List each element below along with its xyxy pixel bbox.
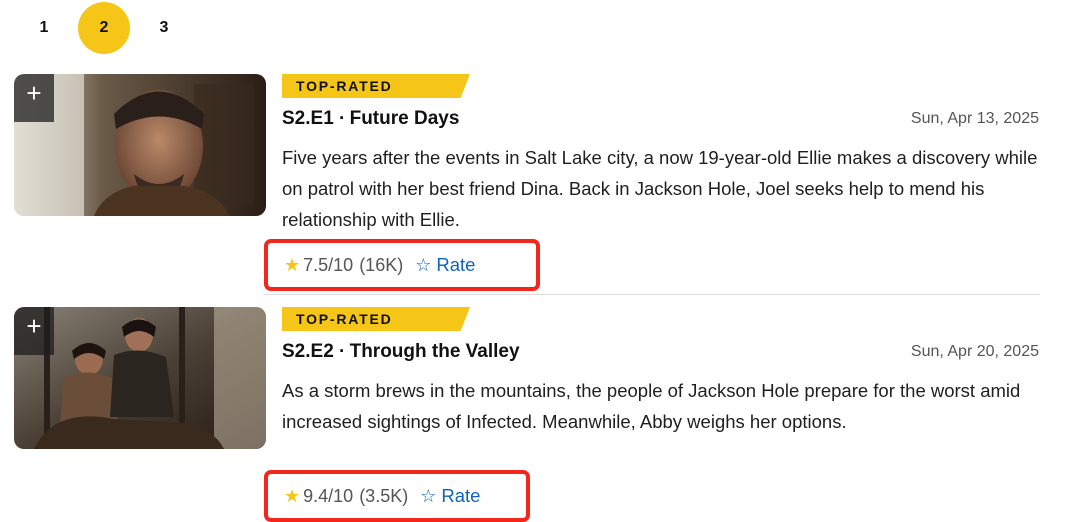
episode-title[interactable]: S2.E1 ∙ Future Days xyxy=(282,108,459,130)
star-icon: ★ xyxy=(284,254,301,275)
add-to-watchlist-button[interactable]: + xyxy=(14,74,54,122)
episode-date: Sun, Apr 13, 2025 xyxy=(910,110,1039,127)
episode-thumbnail[interactable]: + xyxy=(14,74,266,216)
rating-value: 7.5/10 xyxy=(303,254,354,275)
season-page-1[interactable]: 1 xyxy=(18,2,70,54)
rate-label: Rate xyxy=(436,254,476,275)
rate-label: Rate xyxy=(441,485,481,506)
episode-card: + TOP-RATED S2.E2 ∙ Through the Valley S… xyxy=(0,305,1080,522)
rating-votes: (16K) xyxy=(359,254,404,275)
star-outline-icon: ☆ xyxy=(420,485,437,506)
top-rated-badge: TOP-RATED xyxy=(282,74,470,98)
episode-thumbnail[interactable]: + xyxy=(14,307,266,449)
rating-votes: (3.5K) xyxy=(359,485,409,506)
episode-card: + TOP-RATED S2.E1 ∙ Future Days Sun, Apr… xyxy=(0,72,1080,295)
rate-button[interactable]: ☆ Rate xyxy=(415,254,475,276)
episode-description: Five years after the events in Salt Lake… xyxy=(282,147,1038,230)
plus-icon: + xyxy=(26,311,42,341)
top-rated-badge: TOP-RATED xyxy=(282,307,470,331)
episode-description: As a storm brews in the mountains, the p… xyxy=(282,380,1021,432)
divider xyxy=(264,294,1040,295)
rating-highlight-box: ★ 9.4/10 (3.5K) ☆ Rate xyxy=(264,470,530,522)
episode-list-page: 1 2 3 + TOP-RATED S2.E1 ∙ Future Days Su… xyxy=(0,0,1080,522)
star-outline-icon: ☆ xyxy=(415,254,432,275)
rating-value: 9.4/10 xyxy=(303,485,354,506)
episode-date: Sun, Apr 20, 2025 xyxy=(910,343,1039,360)
rating-highlight-box: ★ 7.5/10 (16K) ☆ Rate xyxy=(264,239,540,291)
episode-title[interactable]: S2.E2 ∙ Through the Valley xyxy=(282,341,520,363)
rate-button[interactable]: ☆ Rate xyxy=(420,485,480,507)
season-page-2[interactable]: 2 xyxy=(78,2,130,54)
star-icon: ★ xyxy=(284,485,301,506)
season-pager: 1 2 3 xyxy=(18,0,198,56)
plus-icon: + xyxy=(26,78,42,108)
season-page-3[interactable]: 3 xyxy=(138,2,190,54)
add-to-watchlist-button[interactable]: + xyxy=(14,307,54,355)
